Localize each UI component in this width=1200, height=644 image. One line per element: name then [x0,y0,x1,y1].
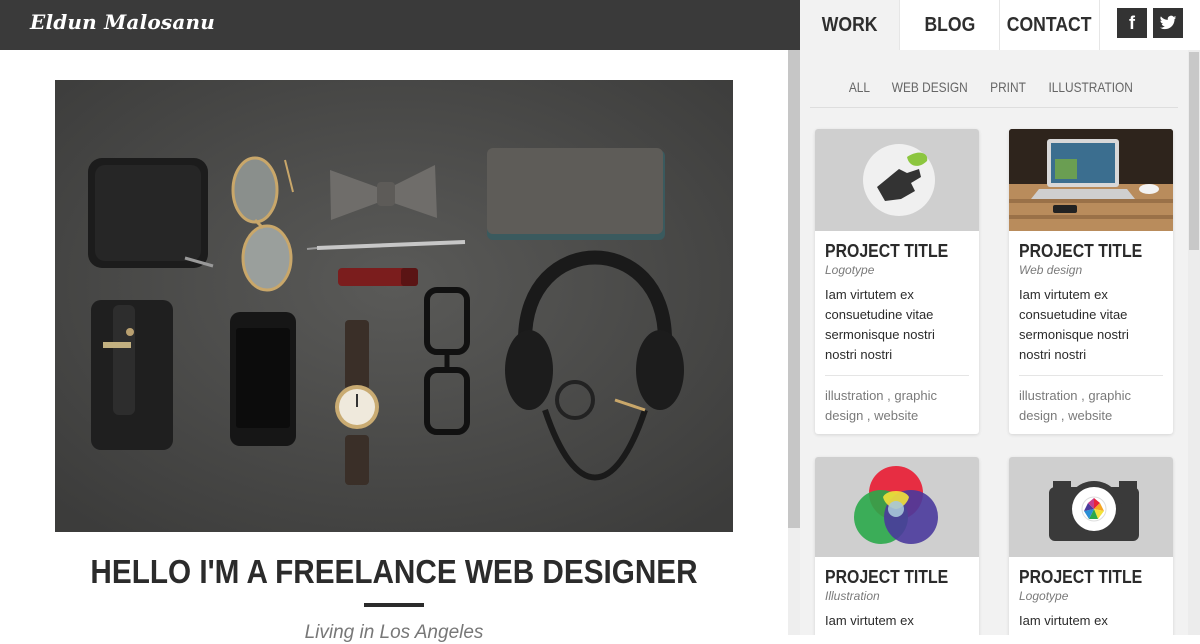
hero-flatlay-illustration [55,80,733,532]
portfolio-filters: ALL WEB DESIGN PRINT ILLUSTRATION [810,72,1178,108]
project-category: Logotype [825,263,875,277]
nav-blog[interactable]: BLOG [900,0,1000,50]
project-tags: illustration , graphic design , website [825,388,938,423]
project-thumbnail[interactable] [1009,129,1173,231]
facebook-icon[interactable]: f [1117,8,1147,38]
portfolio-panel: WORK BLOG CONTACT f ALL WEB DESIGN PRINT… [800,0,1200,635]
camera-icon [1049,481,1139,541]
hero-title: HELLO I'M A FREELANCE WEB DESIGNER [90,553,698,590]
project-title[interactable]: PROJECT TITLE [1019,567,1146,588]
page-scrollbar-thumb[interactable] [788,50,800,528]
project-description: Iam virtutem ex consuetudine vitae sermo… [825,285,969,376]
tag-link[interactable]: website [874,408,918,423]
project-card[interactable]: PROJECT TITLE Web design Iam virtutem ex… [1009,129,1173,434]
hand-leaf-logo-icon [863,144,935,216]
main-nav: WORK BLOG CONTACT f [800,0,1200,50]
project-category: Web design [1019,263,1083,277]
project-title[interactable]: PROJECT TITLE [1019,241,1146,262]
top-bar: Eldun Malosanu [0,0,800,50]
twitter-icon[interactable] [1153,8,1183,38]
hero-image [55,80,733,532]
project-tags: illustration , graphic design , website [1019,388,1132,423]
tag-link[interactable]: illustration [1019,388,1078,403]
tag-link[interactable]: illustration [825,388,884,403]
project-thumbnail[interactable] [815,129,979,231]
phone-case-icon [91,300,173,450]
filter-print[interactable]: PRINT [990,72,1026,102]
nav-contact[interactable]: CONTACT [1000,0,1100,50]
title-divider [364,603,424,607]
site-logo[interactable]: Eldun Malosanu [30,10,215,34]
color-circles-icon [854,466,938,544]
project-description: Iam virtutem ex [825,613,914,628]
project-description: Iam virtutem ex consuetudine vitae sermo… [1019,285,1163,376]
project-category: Illustration [825,589,880,603]
project-card[interactable]: PROJECT TITLE Logotype Iam virtutem ex [1009,457,1173,635]
project-title[interactable]: PROJECT TITLE [825,241,952,262]
notebook-icon [487,148,665,240]
panel-scrollbar-thumb[interactable] [1189,52,1199,250]
hero-subtitle: Living in Los Angeles [304,622,484,643]
laptop-photo [1009,129,1173,231]
project-card[interactable]: PROJECT TITLE Illustration Iam virtutem … [815,457,979,635]
project-card[interactable]: PROJECT TITLE Logotype Iam virtutem ex c… [815,129,979,434]
smartphone-icon [230,312,296,446]
project-thumbnail[interactable] [815,457,979,557]
lipstick-icon [338,268,418,286]
nav-work[interactable]: WORK [800,0,900,50]
project-title[interactable]: PROJECT TITLE [825,567,952,588]
project-category: Logotype [1019,589,1069,603]
wallet-icon [88,158,214,268]
project-description: Iam virtutem ex [1019,613,1108,628]
tag-link[interactable]: website [1068,408,1112,423]
filter-web-design[interactable]: WEB DESIGN [892,72,968,102]
filter-illustration[interactable]: ILLUSTRATION [1049,72,1133,102]
project-thumbnail[interactable] [1009,457,1173,557]
filter-all[interactable]: ALL [849,72,870,102]
